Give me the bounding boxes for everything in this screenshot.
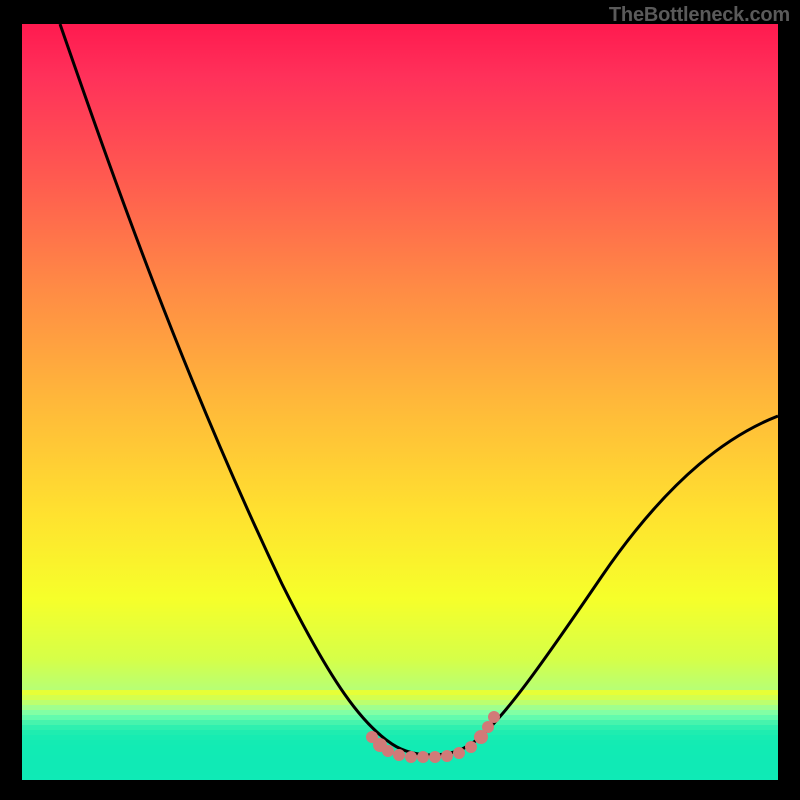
chart-frame bbox=[20, 22, 780, 782]
curve-path bbox=[60, 24, 778, 755]
valley-dots-group bbox=[366, 711, 500, 763]
bottleneck-curve bbox=[22, 24, 778, 780]
plot-area bbox=[22, 24, 778, 780]
watermark-text: TheBottleneck.com bbox=[609, 4, 790, 27]
